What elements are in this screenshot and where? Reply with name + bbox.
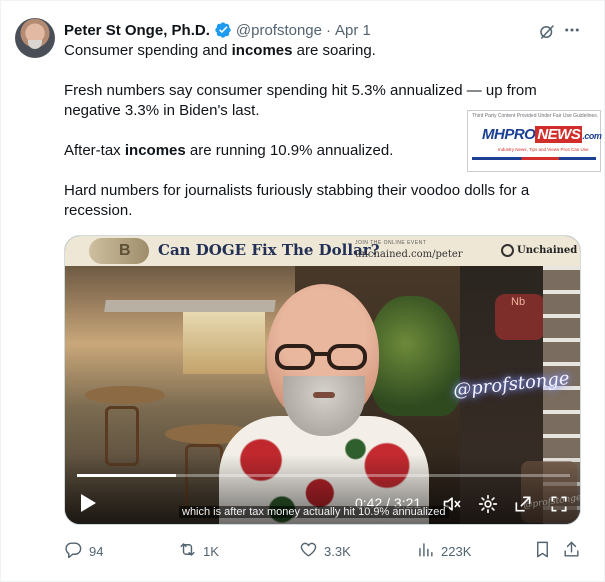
post-line-1-bold: incomes: [231, 42, 293, 59]
unchained-logo-text: Unchained: [517, 245, 578, 256]
banner-title: Can DOGE Fix The Dollar?: [158, 241, 380, 259]
watermark-bar: [472, 157, 596, 160]
banner-url: unchained.com/peter: [355, 249, 463, 260]
banner-badge: B: [119, 242, 131, 259]
post: Peter St Onge, Ph.D. @profstonge · Apr 1…: [0, 0, 605, 582]
like-icon: [299, 540, 318, 562]
post-line-3-pre: After-tax: [64, 142, 125, 159]
repost-icon: [178, 540, 197, 562]
reply-count: 94: [89, 543, 104, 559]
bookmark-button[interactable]: [533, 540, 552, 562]
fullscreen-icon[interactable]: [549, 494, 569, 514]
watermark-logo-pro: PRO: [504, 126, 536, 143]
repost-count: 1K: [203, 543, 219, 559]
post-line-1-pre: Consumer spending and: [64, 42, 232, 59]
play-icon[interactable]: [79, 493, 97, 513]
unchained-logo-icon: [501, 244, 514, 257]
unchained-logo: Unchained: [501, 244, 577, 257]
glasses-bridge: [313, 352, 329, 356]
progress-fill: [77, 474, 176, 477]
grok-icon[interactable]: [538, 23, 556, 41]
banner-join-text: JOIN THE ONLINE EVENT: [355, 240, 427, 246]
views-button[interactable]: 223K: [416, 540, 471, 562]
bitcoin-coin-graphic: B: [89, 238, 149, 264]
pop-out-icon[interactable]: [513, 494, 533, 514]
post-line-1-post: are soaring.: [292, 42, 376, 59]
share-icon: [562, 540, 581, 562]
watermark-tagline: Industry News, Tips and Views Pros Can U…: [498, 147, 589, 152]
avatar-beard: [28, 40, 42, 49]
header-separator: ·: [326, 21, 331, 39]
glasses-left-lens: [275, 344, 315, 370]
views-icon: [416, 540, 435, 562]
like-count: 3.3K: [324, 543, 351, 559]
share-button[interactable]: [562, 540, 581, 562]
red-sign-text: Nb: [511, 296, 526, 308]
settings-gear-icon[interactable]: [478, 494, 498, 514]
post-header: Peter St Onge, Ph.D. @profstonge · Apr 1: [64, 20, 371, 40]
progress-bar[interactable]: [77, 474, 570, 477]
post-date[interactable]: Apr 1: [335, 22, 371, 39]
watermark-fair-use-text: Third Party Content Provided Under Fair …: [472, 113, 599, 119]
reply-button[interactable]: 94: [64, 540, 103, 562]
video-player[interactable]: B Can DOGE Fix The Dollar? JOIN THE ONLI…: [64, 235, 581, 525]
speaker-mouth: [313, 392, 335, 398]
mhpronews-watermark: Third Party Content Provided Under Fair …: [467, 110, 602, 172]
watermark-logo-com: .com: [582, 131, 602, 141]
cafe-table: [85, 386, 165, 404]
action-bar: 94 1K 3.3K 223K: [64, 538, 584, 562]
watermark-logo: MHPRO NEWS .com: [482, 126, 602, 143]
author-handle[interactable]: @profstonge: [236, 22, 322, 39]
post-paragraph-4: Hard numbers for journalists furiously s…: [64, 182, 530, 219]
watermark-logo-mh: MH: [482, 126, 505, 143]
views-count: 223K: [441, 543, 472, 559]
reply-icon: [64, 540, 83, 562]
video-caption: which is after tax money actually hit 10…: [179, 506, 449, 518]
watermark-logo-news: NEWS: [535, 126, 583, 143]
verified-badge-icon[interactable]: [214, 21, 232, 39]
repost-button[interactable]: 1K: [178, 540, 219, 562]
post-line-3-post: are running 10.9% annualized.: [185, 142, 394, 159]
post-line-3-bold: incomes: [124, 142, 186, 159]
video-banner: B Can DOGE Fix The Dollar? JOIN THE ONLI…: [65, 236, 580, 266]
author-avatar[interactable]: [15, 18, 55, 58]
red-sign: Nb: [495, 294, 545, 340]
like-button[interactable]: 3.3K: [299, 540, 351, 562]
bookmark-icon: [533, 540, 552, 562]
author-name[interactable]: Peter St Onge, Ph.D.: [64, 22, 210, 39]
more-icon[interactable]: [563, 21, 581, 39]
glasses-right-lens: [327, 344, 367, 370]
post-line-1: Consumer spending and incomes are soarin…: [64, 41, 564, 61]
